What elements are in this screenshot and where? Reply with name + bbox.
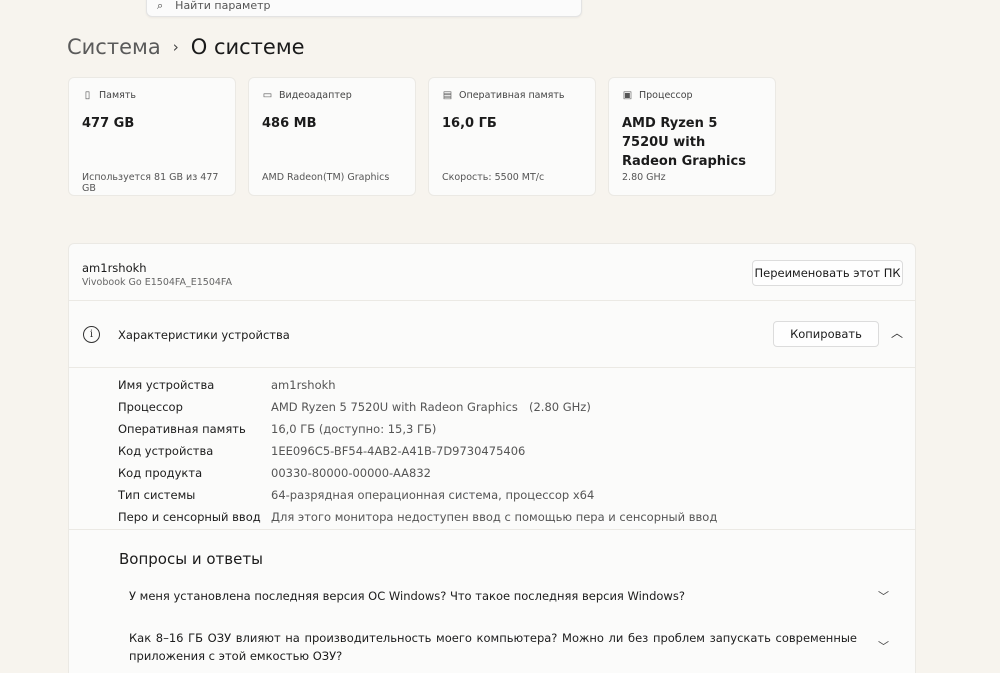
faq-item[interactable]: У меня установлена последняя версия ОС W… [129,587,889,605]
cpu-icon: ▣ [622,90,633,101]
rename-pc-button[interactable]: Переименовать этот ПК [752,260,903,286]
device-specs-title: Характеристики устройства [118,328,290,342]
breadcrumb: Система › О системе [67,32,305,62]
info-icon: i [83,326,100,343]
summary-cards: ▯ Память 477 GB Используется 81 GB из 47… [68,77,776,196]
copy-button[interactable]: Копировать [773,321,879,347]
spec-value: am1rshokh [271,378,336,392]
card-subtext: 2.80 GHz [622,172,666,183]
card-subtext: Скорость: 5500 МТ/с [442,172,545,183]
faq-title: Вопросы и ответы [119,550,263,568]
search-box[interactable]: ⌕ [146,0,582,17]
page-title: О системе [190,35,305,59]
spec-value: 1EE096C5-BF54-4AB2-A41B-7D9730475406 [271,444,526,458]
spec-value: AMD Ryzen 5 7520U with Radeon Graphics [271,400,518,414]
spec-label: Код продукта [118,466,203,480]
spec-value: 64-разрядная операционная система, проце… [271,488,595,502]
storage-icon: ▯ [84,90,91,101]
card-subtext: Используется 81 GB из 477 GB [82,172,219,194]
pc-name-row: am1rshokh Vivobook Go E1504FA_E1504FA Пе… [69,244,915,301]
ram-card[interactable]: ▤ Оперативная память 16,0 ГБ Скорость: 5… [428,77,596,196]
breadcrumb-system-link[interactable]: Система [67,35,161,59]
device-specs-header[interactable]: i Характеристики устройства Копировать ︿ [69,306,915,368]
spec-label: Тип системы [118,488,196,502]
faq-question: У меня установлена последняя версия ОС W… [129,589,685,603]
spec-label: Код устройства [118,444,214,458]
gpu-card[interactable]: ▭ Видеоадаптер 486 MB AMD Radeon(TM) Gra… [248,77,416,196]
card-label: Видеоадаптер [279,90,352,101]
card-value: AMD Ryzen 5 7520U with Radeon Graphics [622,116,746,169]
ram-icon: ▤ [442,90,453,101]
search-input[interactable] [175,0,556,12]
spec-label: Оперативная память [118,422,246,436]
chevron-up-icon[interactable]: ︿ [891,324,903,341]
card-value: 477 GB [82,116,135,131]
spec-value: 00330-80000-00000-AA832 [271,466,431,480]
card-value: 16,0 ГБ [442,116,497,131]
spec-label: Процессор [118,400,183,414]
chevron-right-icon: › [172,38,179,56]
card-label: Процессор [639,90,693,101]
gpu-icon: ▭ [262,90,273,101]
pc-name: am1rshokh [82,261,147,275]
card-subtext: AMD Radeon(TM) Graphics [262,172,390,183]
spec-value: 16,0 ГБ (доступно: 15,3 ГБ) [271,422,437,436]
spec-value-extra: (2.80 GHz) [529,400,591,414]
search-icon: ⌕ [157,0,164,12]
faq-item[interactable]: Как 8–16 ГБ ОЗУ влияют на производительн… [129,629,889,665]
device-specs-list: Имя устройства am1rshokh Процессор AMD R… [69,368,915,530]
cpu-card[interactable]: ▣ Процессор AMD Ryzen 5 7520U with Radeo… [608,77,776,196]
device-panel: am1rshokh Vivobook Go E1504FA_E1504FA Пе… [68,243,916,673]
storage-card[interactable]: ▯ Память 477 GB Используется 81 GB из 47… [68,77,236,196]
spec-label: Имя устройства [118,378,215,392]
spec-label: Перо и сенсорный ввод [118,510,261,524]
card-label: Память [99,90,136,101]
chevron-down-icon[interactable]: ﹀ [878,588,889,606]
card-value: 486 MB [262,116,317,131]
faq-question: Как 8–16 ГБ ОЗУ влияют на производительн… [129,631,857,663]
spec-value: Для этого монитора недоступен ввод с пом… [271,510,718,524]
card-label: Оперативная память [459,90,565,101]
pc-model: Vivobook Go E1504FA_E1504FA [82,277,233,288]
chevron-down-icon[interactable]: ﹀ [878,638,889,656]
